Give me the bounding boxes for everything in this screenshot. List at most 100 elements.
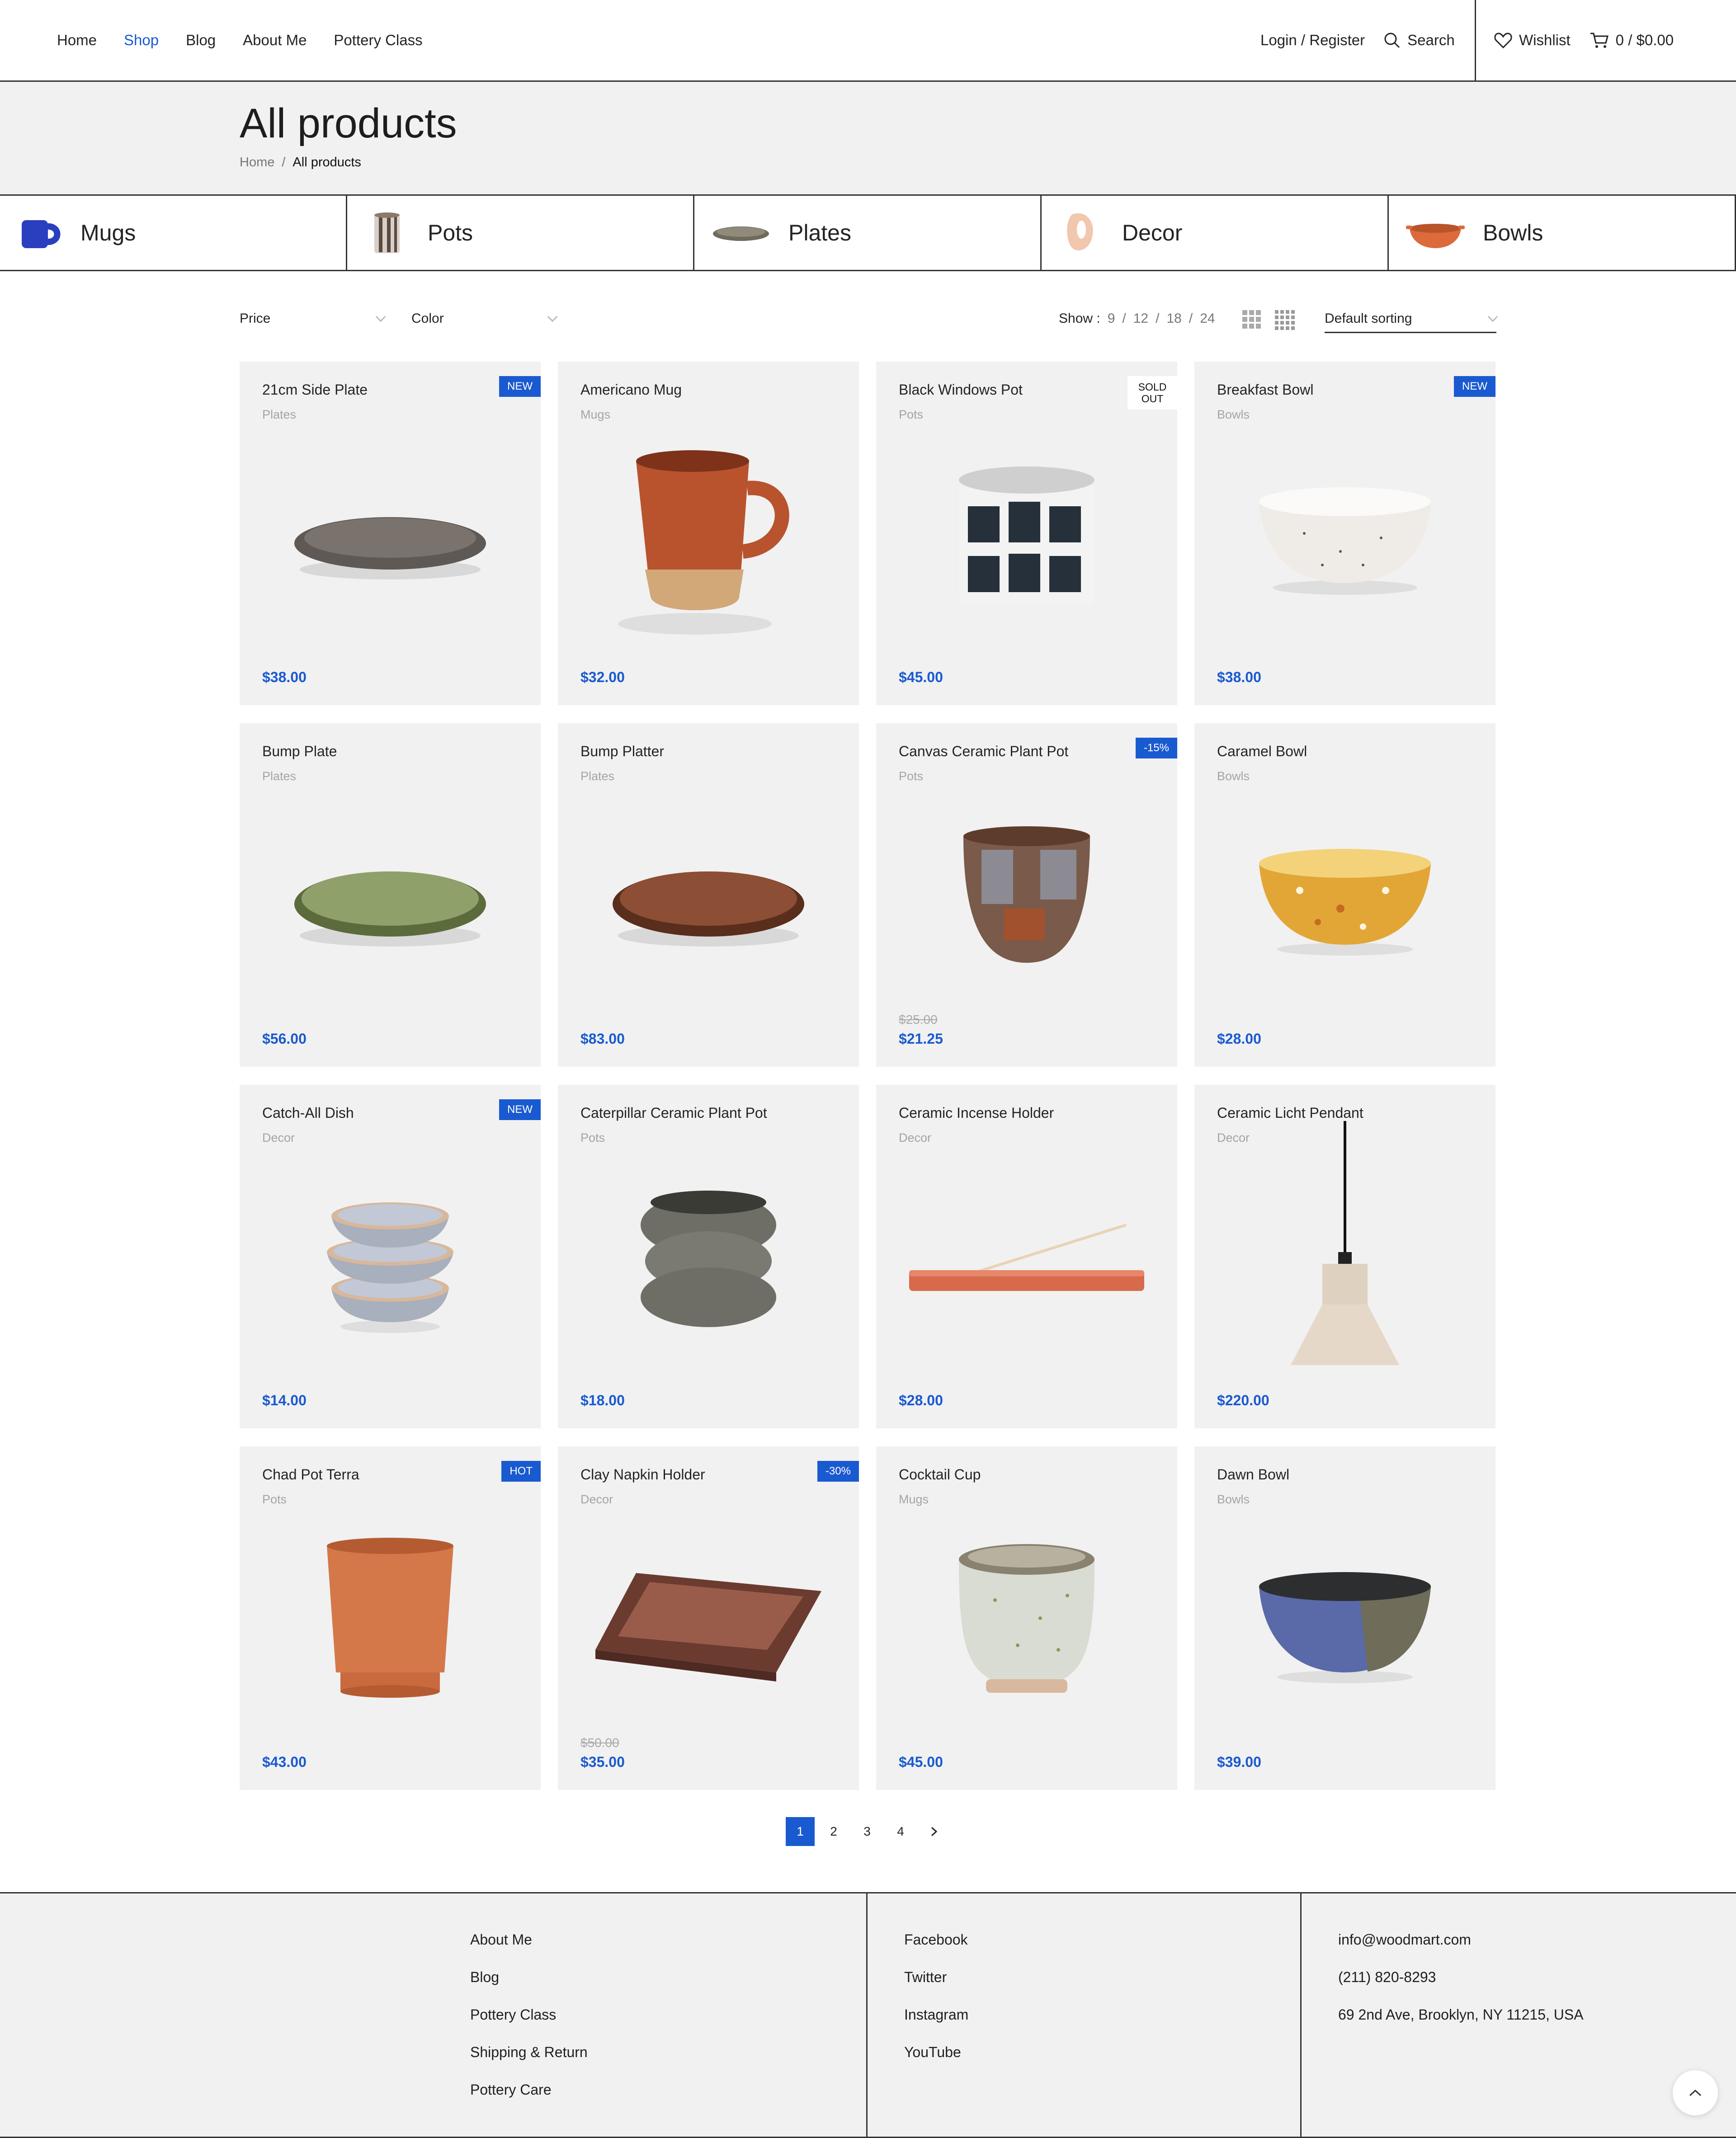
product-name[interactable]: Ceramic Licht Pendant — [1217, 1105, 1363, 1121]
page-4-button[interactable]: 4 — [886, 1817, 915, 1846]
footer-link-facebook[interactable]: Facebook — [904, 1931, 968, 1948]
footer-link-about[interactable]: About Me — [470, 1931, 588, 1948]
product-category[interactable]: Plates — [262, 769, 296, 783]
footer-link-twitter[interactable]: Twitter — [904, 1969, 968, 1986]
footer-link-shipping[interactable]: Shipping & Return — [470, 2044, 588, 2061]
product-card[interactable]: Caramel Bowl Bowls $28.00 — [1194, 723, 1495, 1067]
nav-shop[interactable]: Shop — [124, 32, 159, 49]
product-category[interactable]: Plates — [580, 769, 614, 783]
product-card[interactable]: Ceramic Licht Pendant Decor $220.00 — [1194, 1085, 1495, 1428]
footer-link-pottery-class[interactable]: Pottery Class — [470, 2006, 588, 2023]
product-card[interactable]: Ceramic Incense Holder Decor $28.00 — [876, 1085, 1177, 1428]
product-category[interactable]: Pots — [899, 408, 923, 422]
category-pots[interactable]: Pots — [347, 196, 694, 270]
nav-home[interactable]: Home — [57, 32, 97, 49]
product-category[interactable]: Plates — [262, 408, 296, 422]
product-category[interactable]: Pots — [899, 769, 923, 783]
category-mugs[interactable]: Mugs — [0, 196, 347, 270]
product-image[interactable] — [1194, 434, 1495, 642]
product-image[interactable] — [876, 796, 1177, 1003]
product-image[interactable] — [1194, 1519, 1495, 1727]
product-image[interactable] — [876, 1519, 1177, 1727]
page-1-button[interactable]: 1 — [786, 1817, 815, 1846]
product-image[interactable] — [240, 1157, 541, 1365]
product-category[interactable]: Pots — [262, 1493, 287, 1507]
login-register-link[interactable]: Login / Register — [1260, 32, 1365, 49]
category-bowls[interactable]: Bowls — [1389, 196, 1736, 270]
wishlist-button[interactable]: Wishlist — [1494, 31, 1571, 49]
product-card[interactable]: Black Windows Pot Pots SOLD OUT $45.00 — [876, 362, 1177, 705]
product-category[interactable]: Decor — [262, 1131, 295, 1145]
product-image[interactable] — [240, 796, 541, 1003]
product-category[interactable]: Bowls — [1217, 769, 1250, 783]
product-image[interactable] — [876, 1157, 1177, 1365]
footer-link-youtube[interactable]: YouTube — [904, 2044, 968, 2061]
product-category[interactable]: Bowls — [1217, 408, 1250, 422]
product-name[interactable]: Bump Plate — [262, 743, 337, 760]
product-name[interactable]: Caterpillar Ceramic Plant Pot — [580, 1105, 767, 1121]
breadcrumb-home[interactable]: Home — [240, 155, 274, 170]
page-2-button[interactable]: 2 — [819, 1817, 848, 1846]
product-image[interactable] — [240, 1519, 541, 1727]
product-image[interactable] — [558, 434, 859, 642]
product-name[interactable]: Caramel Bowl — [1217, 743, 1307, 760]
footer-link-pottery-care[interactable]: Pottery Care — [470, 2081, 588, 2098]
cart-button[interactable]: 0 / $0.00 — [1590, 31, 1674, 49]
product-card[interactable]: Bump Platter Plates $83.00 — [558, 723, 859, 1067]
search-button[interactable]: Search — [1383, 31, 1455, 49]
product-image[interactable] — [558, 1519, 859, 1727]
category-plates[interactable]: Plates — [694, 196, 1042, 270]
product-name[interactable]: Black Windows Pot — [899, 381, 1023, 398]
product-category[interactable]: Decor — [1217, 1131, 1250, 1145]
product-name[interactable]: Chad Pot Terra — [262, 1466, 359, 1483]
product-card[interactable]: 21cm Side Plate Plates NEW $38.00 — [240, 362, 541, 705]
nav-blog[interactable]: Blog — [186, 32, 216, 49]
product-name[interactable]: Cocktail Cup — [899, 1466, 981, 1483]
scroll-to-top-button[interactable] — [1673, 2070, 1718, 2115]
product-category[interactable]: Mugs — [580, 408, 610, 422]
product-card[interactable]: Breakfast Bowl Bowls NEW $38.00 — [1194, 362, 1495, 705]
color-filter[interactable]: Color — [411, 311, 558, 326]
product-card[interactable]: Clay Napkin Holder Decor -30% $50.00 $35.00 — [558, 1446, 859, 1790]
category-decor[interactable]: Decor — [1042, 196, 1389, 270]
product-card[interactable]: Chad Pot Terra Pots HOT $43.00 — [240, 1446, 541, 1790]
product-name[interactable]: Dawn Bowl — [1217, 1466, 1289, 1483]
footer-link-instagram[interactable]: Instagram — [904, 2006, 968, 2023]
product-card[interactable]: Americano Mug Mugs $32.00 — [558, 362, 859, 705]
product-category[interactable]: Decor — [580, 1493, 613, 1507]
grid-3-icon[interactable] — [1241, 309, 1262, 330]
product-card[interactable]: Catch-All Dish Decor NEW $14.00 — [240, 1085, 541, 1428]
product-card[interactable]: Bump Plate Plates $56.00 — [240, 723, 541, 1067]
show-option-18[interactable]: 18 — [1166, 311, 1181, 326]
sorting-select[interactable]: Default sorting — [1325, 311, 1498, 333]
product-name[interactable]: Breakfast Bowl — [1217, 381, 1313, 398]
price-filter[interactable]: Price — [240, 311, 386, 326]
product-name[interactable]: Catch-All Dish — [262, 1105, 354, 1121]
show-option-9[interactable]: 9 — [1108, 311, 1115, 326]
grid-4-icon[interactable] — [1274, 309, 1297, 330]
product-name[interactable]: 21cm Side Plate — [262, 381, 368, 398]
footer-link-blog[interactable]: Blog — [470, 1969, 588, 1986]
product-image[interactable] — [558, 1157, 859, 1365]
product-card[interactable]: Cocktail Cup Mugs $45.00 — [876, 1446, 1177, 1790]
product-category[interactable]: Bowls — [1217, 1493, 1250, 1507]
product-name[interactable]: Ceramic Incense Holder — [899, 1105, 1054, 1121]
footer-phone[interactable]: (211) 820-8293 — [1338, 1969, 1584, 1986]
product-image[interactable] — [876, 434, 1177, 642]
product-name[interactable]: Americano Mug — [580, 381, 682, 398]
show-option-24[interactable]: 24 — [1200, 311, 1215, 326]
product-image[interactable] — [1194, 796, 1495, 1003]
product-category[interactable]: Mugs — [899, 1493, 929, 1507]
show-option-12[interactable]: 12 — [1133, 311, 1148, 326]
product-image[interactable] — [240, 434, 541, 642]
product-card[interactable]: Canvas Ceramic Plant Pot Pots -15% $25.00 $2… — [876, 723, 1177, 1067]
nav-pottery-class[interactable]: Pottery Class — [334, 32, 422, 49]
product-image[interactable] — [1194, 1121, 1495, 1365]
footer-email[interactable]: info@woodmart.com — [1338, 1931, 1584, 1948]
product-name[interactable]: Bump Platter — [580, 743, 664, 760]
product-name[interactable]: Canvas Ceramic Plant Pot — [899, 743, 1068, 760]
product-image[interactable] — [558, 796, 859, 1003]
page-3-button[interactable]: 3 — [853, 1817, 882, 1846]
next-page-button[interactable] — [920, 1817, 948, 1846]
product-category[interactable]: Decor — [899, 1131, 931, 1145]
